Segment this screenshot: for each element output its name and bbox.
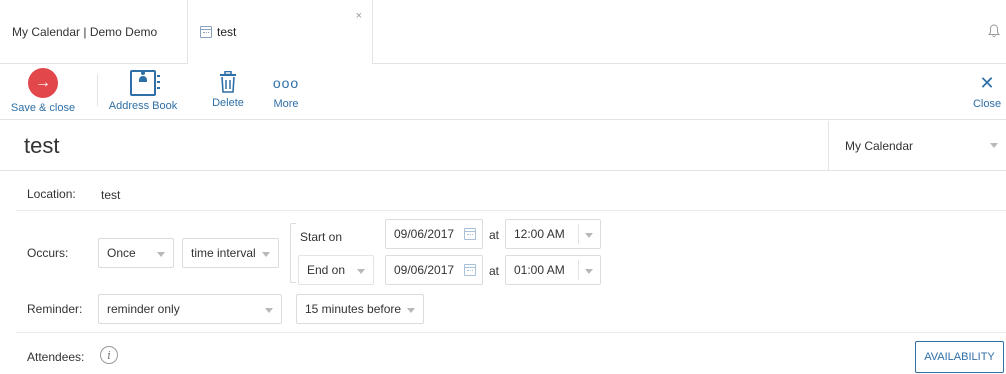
end-date-input[interactable]: 09/06/2017 — [385, 255, 483, 285]
start-at-label: at — [489, 228, 500, 242]
end-time-value: 01:00 AM — [514, 263, 565, 277]
toolbar: → Save & close Address Book Delete ooo M… — [0, 64, 1006, 120]
more-icon: ooo — [272, 75, 300, 91]
end-at-label: at — [489, 264, 500, 278]
start-date-value: 09/06/2017 — [394, 227, 455, 241]
reminder-type-value: reminder only — [107, 302, 180, 316]
end-on-select[interactable]: End on — [298, 255, 374, 285]
end-date-value: 09/06/2017 — [394, 263, 455, 277]
address-book-icon — [130, 70, 160, 96]
reminder-when-select[interactable]: 15 minutes before — [296, 294, 424, 324]
info-icon[interactable]: i — [100, 346, 118, 364]
delete-label: Delete — [212, 97, 244, 109]
tab-event-test[interactable]: test × — [188, 0, 373, 64]
close-button[interactable]: ✕ Close — [968, 64, 1006, 120]
location-input[interactable]: test — [101, 188, 120, 202]
chevron-down-icon — [262, 252, 270, 257]
chevron-down-icon — [157, 252, 165, 257]
trash-icon — [220, 71, 236, 93]
chevron-down-icon — [407, 308, 415, 313]
delete-button[interactable]: Delete — [208, 64, 248, 120]
chevron-down-icon — [585, 269, 593, 274]
title-row: test My Calendar — [0, 121, 1006, 171]
more-label: More — [273, 98, 299, 110]
end-time-select[interactable]: 01:00 AM — [505, 255, 601, 285]
event-title-input[interactable]: test — [24, 133, 59, 159]
calendar-select[interactable]: My Calendar — [828, 121, 1006, 171]
calendar-icon[interactable] — [464, 264, 476, 276]
close-icon: ✕ — [979, 73, 995, 93]
attendees-label: Attendees: — [27, 350, 85, 364]
save-close-label: Save & close — [10, 102, 76, 114]
tab-close-icon[interactable]: × — [356, 10, 362, 22]
chevron-down-icon — [357, 269, 365, 274]
start-date-input[interactable]: 09/06/2017 — [385, 219, 483, 249]
more-button[interactable]: ooo More — [267, 64, 305, 120]
divider — [16, 210, 1006, 211]
chevron-down-icon — [990, 143, 998, 148]
divider — [16, 332, 1006, 333]
start-time-select[interactable]: 12:00 AM — [505, 219, 601, 249]
reminder-when-value: 15 minutes before — [305, 302, 402, 316]
location-label: Location: — [27, 187, 76, 201]
tab-my-calendar-label: My Calendar | Demo Demo — [12, 25, 158, 39]
tab-bar: My Calendar | Demo Demo test × — [0, 0, 1006, 64]
occurs-type-select[interactable]: time interval — [182, 238, 279, 268]
address-book-label: Address Book — [108, 100, 178, 112]
occurs-label: Occurs: — [27, 246, 69, 260]
start-on-label: Start on — [300, 230, 343, 244]
calendar-select-value: My Calendar — [845, 139, 914, 153]
end-on-label: End on — [307, 263, 346, 277]
arrow-right-icon: → — [28, 68, 58, 98]
frequency-value: Once — [107, 246, 136, 260]
save-close-button[interactable]: → Save & close — [10, 64, 76, 120]
tab-my-calendar[interactable]: My Calendar | Demo Demo — [0, 0, 188, 64]
chevron-down-icon — [265, 308, 273, 313]
date-range-bracket — [290, 223, 296, 283]
tab-event-label: test — [217, 25, 237, 39]
reminder-type-select[interactable]: reminder only — [98, 294, 282, 324]
calendar-icon[interactable] — [464, 228, 476, 240]
close-label: Close — [972, 98, 1002, 110]
calendar-icon — [200, 26, 212, 38]
frequency-select[interactable]: Once — [98, 238, 174, 268]
reminder-label: Reminder: — [27, 302, 83, 316]
bell-icon[interactable] — [988, 24, 1000, 38]
toolbar-divider — [97, 74, 98, 106]
availability-button[interactable]: AVAILABILITY — [915, 341, 1004, 373]
address-book-button[interactable]: Address Book — [108, 64, 178, 120]
start-time-value: 12:00 AM — [514, 227, 565, 241]
occurs-type-value: time interval — [191, 246, 256, 260]
chevron-down-icon — [585, 233, 593, 238]
